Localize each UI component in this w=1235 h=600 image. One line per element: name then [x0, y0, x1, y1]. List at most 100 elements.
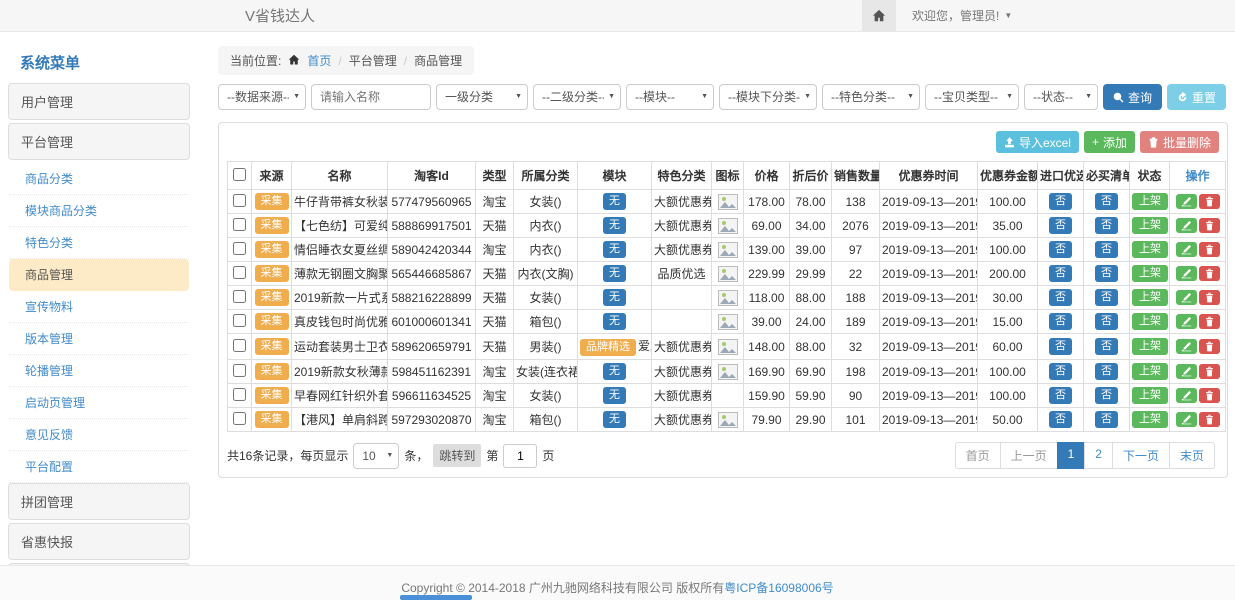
- import-select-toggle[interactable]: 否: [1049, 411, 1072, 428]
- status-button[interactable]: 上架: [1132, 217, 1168, 234]
- sidebar-sub-item[interactable]: 轮播管理: [9, 355, 189, 387]
- pagination-button[interactable]: 上一页: [1000, 442, 1058, 469]
- status-button[interactable]: 上架: [1132, 411, 1168, 428]
- icp-link[interactable]: 粤ICP备16098006号: [724, 581, 833, 595]
- select-all-checkbox[interactable]: [233, 168, 246, 181]
- row-checkbox[interactable]: [233, 218, 246, 231]
- sidebar-sub-item[interactable]: 商品管理: [9, 259, 189, 291]
- home-nav-button[interactable]: [862, 0, 896, 32]
- edit-button[interactable]: [1176, 266, 1197, 281]
- filter-select[interactable]: --二级分类-- ▼: [533, 84, 621, 110]
- pagination-button[interactable]: 末页: [1169, 442, 1215, 469]
- sidebar-sub-item[interactable]: 版本管理: [9, 323, 189, 355]
- filter-select-control[interactable]: --二级分类--: [533, 84, 621, 110]
- edit-button[interactable]: [1176, 218, 1197, 233]
- name-search-input[interactable]: [311, 84, 431, 110]
- row-checkbox[interactable]: [233, 412, 246, 425]
- import-excel-button[interactable]: 导入excel: [996, 131, 1079, 153]
- edit-button[interactable]: [1176, 314, 1197, 329]
- import-select-toggle[interactable]: 否: [1049, 193, 1072, 210]
- edit-button[interactable]: [1176, 339, 1197, 354]
- filter-select[interactable]: --模块-- ▼: [626, 84, 714, 110]
- filter-select[interactable]: 一级分类 ▼: [436, 84, 528, 110]
- import-select-toggle[interactable]: 否: [1049, 363, 1072, 380]
- filter-select[interactable]: --状态-- ▼: [1024, 84, 1098, 110]
- filter-select-control[interactable]: --状态--: [1024, 84, 1098, 110]
- status-button[interactable]: 上架: [1132, 363, 1168, 380]
- sidebar-group-item[interactable]: 拼团管理: [8, 483, 190, 520]
- status-button[interactable]: 上架: [1132, 193, 1168, 210]
- import-select-toggle[interactable]: 否: [1049, 313, 1072, 330]
- delete-button[interactable]: [1199, 194, 1220, 209]
- status-button[interactable]: 上架: [1132, 313, 1168, 330]
- delete-button[interactable]: [1199, 242, 1220, 257]
- edit-button[interactable]: [1176, 290, 1197, 305]
- jump-button[interactable]: 跳转到: [433, 444, 481, 467]
- delete-button[interactable]: [1199, 266, 1220, 281]
- reset-button[interactable]: 重置: [1167, 84, 1226, 110]
- row-checkbox[interactable]: [233, 388, 246, 401]
- must-buy-toggle[interactable]: 否: [1095, 241, 1118, 258]
- breadcrumb-home-link[interactable]: 首页: [307, 52, 331, 69]
- sidebar-sub-item[interactable]: 模块商品分类: [9, 195, 189, 227]
- row-checkbox[interactable]: [233, 314, 246, 327]
- delete-button[interactable]: [1199, 388, 1220, 403]
- delete-button[interactable]: [1199, 412, 1220, 427]
- edit-button[interactable]: [1176, 388, 1197, 403]
- status-button[interactable]: 上架: [1132, 387, 1168, 404]
- filter-select-control[interactable]: --宝贝类型--: [925, 84, 1019, 110]
- must-buy-toggle[interactable]: 否: [1095, 363, 1118, 380]
- sidebar-sub-item[interactable]: 商品分类: [9, 163, 189, 195]
- must-buy-toggle[interactable]: 否: [1095, 289, 1118, 306]
- filter-select[interactable]: --模块下分类-- ▼: [719, 84, 817, 110]
- import-select-toggle[interactable]: 否: [1049, 387, 1072, 404]
- horizontal-scrollbar-thumb[interactable]: [400, 595, 472, 600]
- pagination-button[interactable]: 首页: [955, 442, 1001, 469]
- filter-select-control[interactable]: --模块--: [626, 84, 714, 110]
- must-buy-toggle[interactable]: 否: [1095, 265, 1118, 282]
- status-button[interactable]: 上架: [1132, 241, 1168, 258]
- sidebar-sub-item[interactable]: 平台配置: [9, 451, 189, 483]
- row-checkbox[interactable]: [233, 242, 246, 255]
- sidebar-group-item[interactable]: 省惠快报: [8, 523, 190, 560]
- import-select-toggle[interactable]: 否: [1049, 338, 1072, 355]
- sidebar-group-item[interactable]: 用户管理: [8, 83, 190, 120]
- pagination-button[interactable]: 1: [1057, 442, 1086, 469]
- per-page-select[interactable]: 10 ▼: [353, 443, 399, 469]
- status-button[interactable]: 上架: [1132, 289, 1168, 306]
- filter-select[interactable]: --特色分类-- ▼: [822, 84, 920, 110]
- edit-button[interactable]: [1176, 194, 1197, 209]
- import-select-toggle[interactable]: 否: [1049, 289, 1072, 306]
- must-buy-toggle[interactable]: 否: [1095, 387, 1118, 404]
- import-select-toggle[interactable]: 否: [1049, 241, 1072, 258]
- delete-button[interactable]: [1199, 314, 1220, 329]
- must-buy-toggle[interactable]: 否: [1095, 411, 1118, 428]
- row-checkbox[interactable]: [233, 194, 246, 207]
- sidebar-sub-item[interactable]: 启动页管理: [9, 387, 189, 419]
- filter-select-control[interactable]: --特色分类--: [822, 84, 920, 110]
- page-number-input[interactable]: [503, 444, 537, 468]
- filter-select-control[interactable]: --数据来源--: [218, 84, 306, 110]
- add-button[interactable]: + 添加: [1084, 131, 1135, 153]
- row-checkbox[interactable]: [233, 266, 246, 279]
- sidebar-sub-item[interactable]: 意见反馈: [9, 419, 189, 451]
- import-select-toggle[interactable]: 否: [1049, 217, 1072, 234]
- import-select-toggle[interactable]: 否: [1049, 265, 1072, 282]
- edit-button[interactable]: [1176, 242, 1197, 257]
- pagination-button[interactable]: 下一页: [1112, 442, 1170, 469]
- edit-button[interactable]: [1176, 412, 1197, 427]
- user-menu[interactable]: 欢迎您，管理员! ▼: [912, 7, 1012, 24]
- row-checkbox[interactable]: [233, 290, 246, 303]
- sidebar-sub-item[interactable]: 宣传物料: [9, 291, 189, 323]
- pagination-button[interactable]: 2: [1084, 442, 1113, 469]
- must-buy-toggle[interactable]: 否: [1095, 217, 1118, 234]
- filter-select[interactable]: --宝贝类型-- ▼: [925, 84, 1019, 110]
- row-checkbox[interactable]: [233, 339, 246, 352]
- sidebar-sub-item[interactable]: 特色分类: [9, 227, 189, 259]
- delete-button[interactable]: [1199, 364, 1220, 379]
- must-buy-toggle[interactable]: 否: [1095, 338, 1118, 355]
- must-buy-toggle[interactable]: 否: [1095, 193, 1118, 210]
- must-buy-toggle[interactable]: 否: [1095, 313, 1118, 330]
- delete-button[interactable]: [1199, 290, 1220, 305]
- filter-select-control[interactable]: --模块下分类--: [719, 84, 817, 110]
